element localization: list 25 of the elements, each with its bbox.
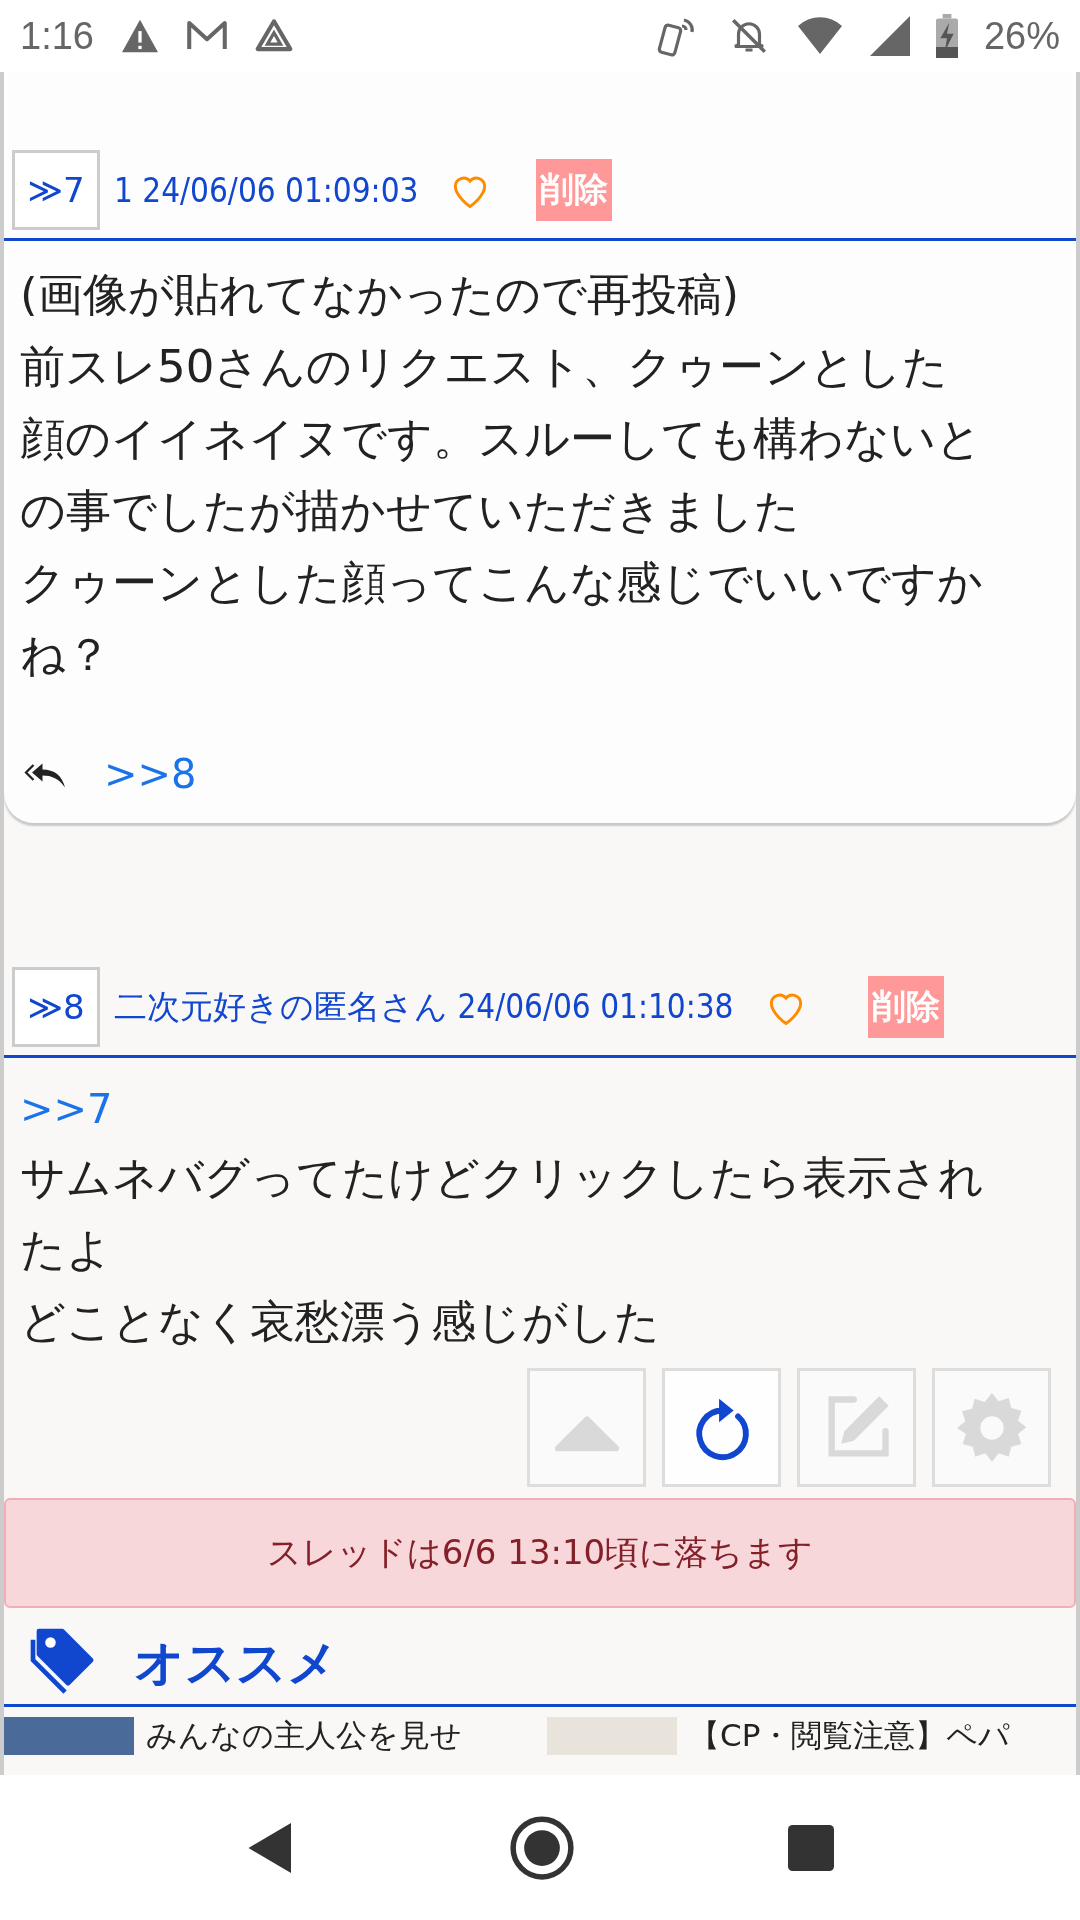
post-number-button[interactable]: ≫7 (12, 150, 100, 230)
section-title: オススメ (134, 1632, 338, 1694)
post-text: どことなく哀愁漂う感じがした (20, 1294, 661, 1350)
status-time: 1:16 (20, 14, 94, 58)
reply-anchor-link[interactable]: >>7 (20, 1076, 113, 1142)
post-author-date: 1 24/06/06 01:09:03 (114, 170, 419, 210)
post-text: クゥーンとした顔ってこんな感じでいいですかね？ (20, 555, 984, 683)
battery-percent: 26% (983, 14, 1060, 58)
post-number-button[interactable]: ≫8 (12, 967, 100, 1047)
thread-expiry-notice: スレッドは6/6 13:10頃に落ちます (4, 1498, 1076, 1608)
triangle-icon (253, 18, 294, 54)
recents-icon[interactable] (787, 1824, 834, 1871)
recommended-thread-link[interactable]: みんなの主人公を見せ (4, 1715, 533, 1757)
warning-icon (119, 18, 160, 54)
post-text: (画像が貼れてなかったので再投稿) (20, 267, 741, 323)
post-text: 前スレ50さんのリクエスト、クゥーンとした顔のイイネイヌです。スルーしても構わないとの事でしたが描かせていただきました (20, 339, 983, 539)
wifi-icon (795, 16, 844, 56)
signal-icon (869, 16, 910, 56)
battery-icon (935, 14, 958, 58)
home-icon[interactable] (509, 1814, 575, 1881)
post-author-date: 二次元好きの匿名さん 24/06/06 01:10:38 (114, 985, 734, 1028)
reply-link[interactable]: >>8 (104, 741, 197, 807)
recommended-thread-link[interactable]: 【CP・閲覧注意】ペパ (547, 1715, 1076, 1757)
post-text: サムネバグってたけどクリックしたら表示されたよ (20, 1150, 985, 1278)
refresh-button[interactable] (662, 1368, 781, 1487)
